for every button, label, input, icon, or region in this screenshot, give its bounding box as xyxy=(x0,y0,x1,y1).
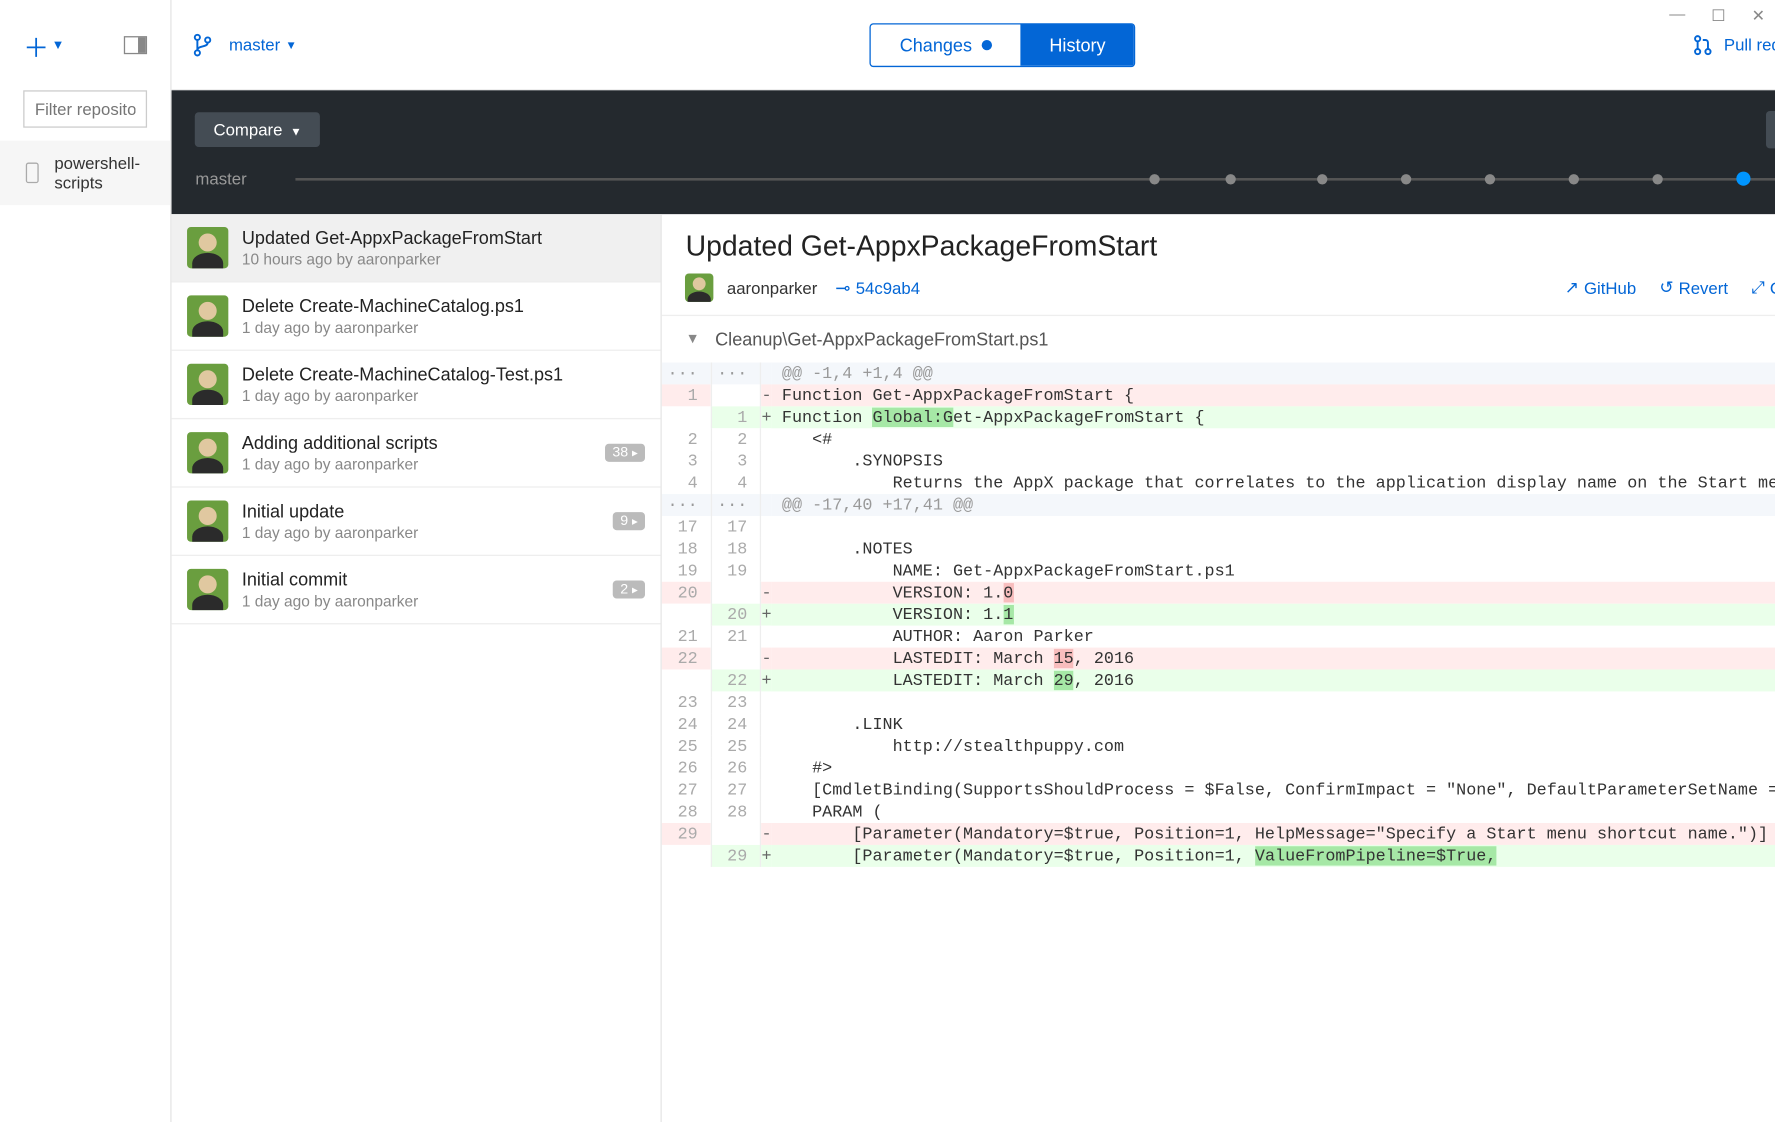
author-avatar xyxy=(188,295,229,336)
diff-view[interactable]: ······@@ -1,4 +1,4 @@1-Function Get-Appx… xyxy=(662,362,1775,1122)
view-toggle: Changes History xyxy=(870,23,1135,67)
commit-item[interactable]: Adding additional scripts 1 day ago by aa… xyxy=(172,419,661,487)
collapse-all-button[interactable]: ⤢Collapse all xyxy=(1751,277,1775,298)
panel-toggle-icon[interactable] xyxy=(124,36,147,54)
commit-node[interactable] xyxy=(1317,174,1327,184)
external-link-icon: ↗ xyxy=(1565,277,1579,298)
sidebar: ＋▼ powershell-scripts xyxy=(0,0,172,1122)
commit-item[interactable]: Delete Create-MachineCatalog.ps1 1 day ag… xyxy=(172,283,661,351)
author-avatar xyxy=(686,273,714,301)
caret-down-icon: ▼ xyxy=(285,38,297,51)
repo-name: powershell-scripts xyxy=(54,154,145,193)
add-repo-button[interactable]: ＋▼ xyxy=(23,26,64,63)
commit-node[interactable] xyxy=(1485,174,1495,184)
compare-button[interactable]: Compare▼ xyxy=(195,112,319,147)
branch-selector[interactable]: master ▼ xyxy=(193,32,297,58)
commit-item[interactable]: Updated Get-AppxPackageFromStart 10 hours… xyxy=(172,214,661,282)
history-tab[interactable]: History xyxy=(1021,24,1134,65)
revert-icon: ↺ xyxy=(1659,277,1673,298)
author-avatar xyxy=(188,501,229,542)
commit-item-title: Initial update xyxy=(242,501,613,522)
author-name: aaronparker xyxy=(727,278,817,297)
caret-down-icon: ▼ xyxy=(290,125,302,138)
plus-icon: ＋ xyxy=(23,26,49,63)
commit-node[interactable] xyxy=(1226,174,1236,184)
commit-item[interactable]: Initial update 1 day ago by aaronparker9 xyxy=(172,488,661,556)
file-header[interactable]: ▼ Cleanup\Get-AppxPackageFromStart.ps1 xyxy=(662,316,1775,362)
commit-item-title: Delete Create-MachineCatalog.ps1 xyxy=(242,295,646,316)
commit-item-title: Updated Get-AppxPackageFromStart xyxy=(242,227,646,248)
branch-icon xyxy=(193,32,214,58)
open-github-button[interactable]: ↗GitHub xyxy=(1565,277,1636,298)
commit-item-title: Adding additional scripts xyxy=(242,432,605,453)
caret-down-icon: ▼ xyxy=(52,38,65,52)
commit-item-meta: 1 day ago by aaronparker xyxy=(242,455,605,473)
commit-file-count-badge: 9 xyxy=(613,512,646,530)
commit-title: Updated Get-AppxPackageFromStart xyxy=(686,230,1775,264)
commit-list: Updated Get-AppxPackageFromStart 10 hours… xyxy=(172,214,662,1122)
commit-file-count-badge: 38 xyxy=(605,444,646,462)
repo-icon xyxy=(26,163,39,184)
graph-branch-label: master xyxy=(195,169,296,188)
repo-list: powershell-scripts xyxy=(0,141,171,1122)
author-avatar xyxy=(188,569,229,610)
commit-node[interactable] xyxy=(1569,174,1579,184)
filter-repos-input[interactable] xyxy=(23,90,147,127)
commit-item-meta: 10 hours ago by aaronparker xyxy=(242,250,646,268)
commit-item-meta: 1 day ago by aaronparker xyxy=(242,319,646,337)
commit-item[interactable]: Delete Create-MachineCatalog-Test.ps1 1 d… xyxy=(172,351,661,419)
topbar: master ▼ Changes History Pull request ⚙ xyxy=(172,0,1775,90)
commit-node[interactable] xyxy=(1653,174,1663,184)
commit-graph[interactable] xyxy=(296,177,1775,180)
history-graph-panel: Compare▼ ↻Sync master xyxy=(172,90,1775,214)
commit-detail: Updated Get-AppxPackageFromStart aaronpa… xyxy=(662,214,1775,1122)
collapse-icon: ⤢ xyxy=(1751,277,1764,298)
revert-button[interactable]: ↺Revert xyxy=(1659,277,1728,298)
author-avatar xyxy=(188,432,229,473)
commit-item[interactable]: Initial commit 1 day ago by aaronparker2 xyxy=(172,556,661,624)
commit-item-title: Initial commit xyxy=(242,569,613,590)
commit-node[interactable] xyxy=(1150,174,1160,184)
commit-item-meta: 1 day ago by aaronparker xyxy=(242,524,613,542)
sync-button[interactable]: ↻Sync xyxy=(1765,111,1775,148)
commit-item-meta: 1 day ago by aaronparker xyxy=(242,387,646,405)
commit-item-meta: 1 day ago by aaronparker xyxy=(242,592,613,610)
commit-node[interactable] xyxy=(1401,174,1411,184)
chevron-down-icon: ▼ xyxy=(686,332,700,347)
pull-request-icon xyxy=(1693,34,1714,55)
changes-tab[interactable]: Changes xyxy=(871,24,1021,65)
commit-sha-link[interactable]: 54c9ab4 xyxy=(835,277,920,299)
file-path: Cleanup\Get-AppxPackageFromStart.ps1 xyxy=(715,329,1048,350)
commit-node-selected[interactable] xyxy=(1737,171,1751,185)
pull-request-button[interactable]: Pull request xyxy=(1693,34,1775,55)
author-avatar xyxy=(188,364,229,405)
commit-item-title: Delete Create-MachineCatalog-Test.ps1 xyxy=(242,364,646,385)
repo-item[interactable]: powershell-scripts xyxy=(0,141,171,206)
changes-indicator-icon xyxy=(982,39,992,49)
branch-name: master xyxy=(229,35,280,54)
commit-file-count-badge: 2 xyxy=(613,581,646,599)
author-avatar xyxy=(188,227,229,268)
